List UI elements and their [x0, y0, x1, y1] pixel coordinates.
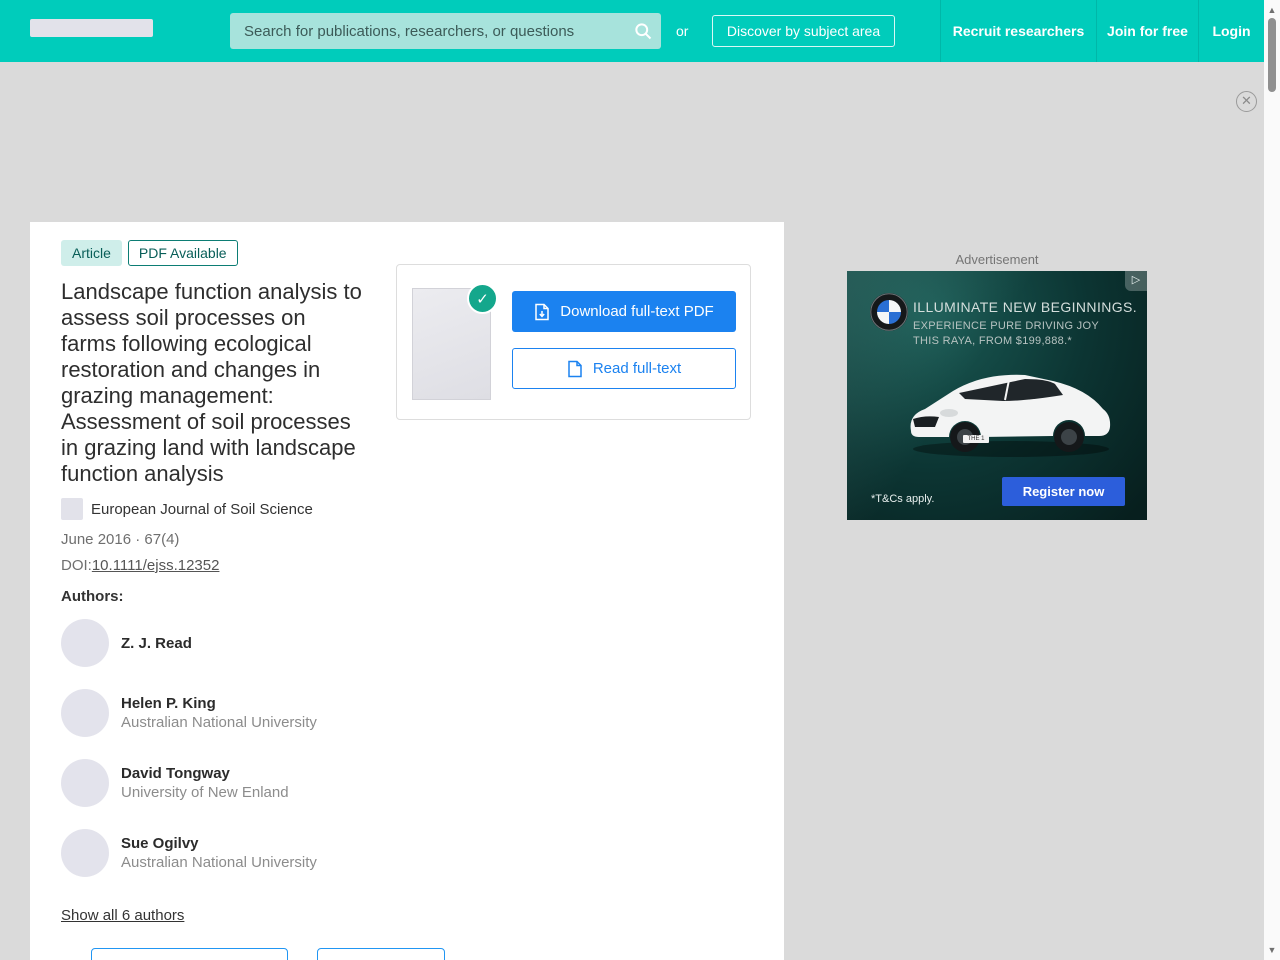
journal-icon — [61, 498, 83, 520]
scrollbar-thumb[interactable] — [1268, 18, 1276, 92]
authors-list: Z. J. Read Helen P. King Australian Nati… — [61, 619, 784, 877]
authors-heading: Authors: — [61, 588, 124, 605]
ad-subline: THIS RAYA, FROM $199,888.* — [913, 335, 1073, 347]
nav-recruit-researchers[interactable]: Recruit researchers — [940, 0, 1096, 62]
article-type-badge: Article — [61, 240, 122, 266]
fulltext-action-box: ✓ Download full-text PDF Read full-text — [396, 264, 751, 420]
researchgate-logo[interactable] — [30, 19, 153, 37]
author-row: David Tongway University of New Enland — [61, 759, 784, 807]
author-name[interactable]: David Tongway — [121, 765, 289, 782]
journal-name[interactable]: European Journal of Soil Science — [91, 501, 313, 518]
publication-date: June 2016 · 67(4) — [61, 531, 180, 548]
discover-by-subject-button[interactable]: Discover by subject area — [712, 15, 895, 47]
vertical-scrollbar[interactable]: ▲ ▼ — [1264, 0, 1280, 960]
ad-subline: EXPERIENCE PURE DRIVING JOY — [913, 320, 1099, 332]
advertisement-banner[interactable]: ▷ ILLUMINATE NEW BEGINNINGS. EXPERIENCE … — [847, 271, 1147, 520]
close-icon[interactable]: ✕ — [1236, 91, 1257, 112]
or-separator: or — [676, 23, 689, 39]
search-icon[interactable] — [625, 13, 661, 49]
ad-terms: *T&Cs apply. — [871, 493, 935, 505]
cutoff-action-button[interactable] — [317, 948, 445, 960]
publication-title: Landscape function analysis to assess so… — [61, 279, 362, 486]
header-nav: Recruit researchers Join for free Login — [940, 0, 1264, 62]
top-navbar: or Discover by subject area Recruit rese… — [0, 0, 1264, 62]
pdf-available-badge: PDF Available — [127, 240, 238, 266]
download-pdf-button[interactable]: Download full-text PDF — [512, 291, 736, 332]
show-all-authors-link[interactable]: Show all 6 authors — [61, 907, 184, 924]
check-icon: ✓ — [467, 283, 498, 314]
ad-headline: ILLUMINATE NEW BEGINNINGS. — [913, 299, 1138, 315]
author-row: Sue Ogilvy Australian National Universit… — [61, 829, 784, 877]
author-name[interactable]: Sue Ogilvy — [121, 835, 317, 852]
badge-row: Article PDF Available — [61, 240, 784, 266]
publication-card: Article PDF Available Landscape function… — [30, 222, 784, 960]
doi-label: DOI: — [61, 557, 92, 574]
bmw-logo-icon — [870, 293, 908, 331]
avatar[interactable] — [61, 689, 109, 737]
author-affiliation: Australian National University — [121, 854, 317, 871]
search-input[interactable] — [230, 13, 625, 49]
search-bar — [230, 13, 661, 49]
journal-row: European Journal of Soil Science — [61, 498, 784, 520]
read-fulltext-button[interactable]: Read full-text — [512, 348, 736, 389]
advertisement-label: Advertisement — [955, 252, 1039, 267]
avatar[interactable] — [61, 759, 109, 807]
author-row: Helen P. King Australian National Univer… — [61, 689, 784, 737]
nav-login[interactable]: Login — [1198, 0, 1264, 62]
cutoff-action-button[interactable] — [91, 948, 288, 960]
doi-row: DOI:10.1111/ejss.12352 — [61, 557, 784, 574]
author-affiliation: Australian National University — [121, 714, 317, 731]
scroll-up-icon[interactable]: ▲ — [1267, 6, 1277, 15]
author-name[interactable]: Helen P. King — [121, 695, 317, 712]
author-name[interactable]: Z. J. Read — [121, 635, 192, 652]
car-image — [910, 374, 1111, 457]
download-pdf-icon — [535, 303, 550, 320]
author-affiliation: University of New Enland — [121, 784, 289, 801]
adchoices-icon[interactable]: ▷ — [1125, 271, 1147, 291]
doi-link[interactable]: 10.1111/ejss.12352 — [92, 557, 220, 574]
license-plate: THE 1 — [963, 435, 989, 443]
nav-join-for-free[interactable]: Join for free — [1096, 0, 1198, 62]
avatar[interactable] — [61, 829, 109, 877]
document-icon — [568, 360, 582, 377]
author-row: Z. J. Read — [61, 619, 784, 667]
avatar[interactable] — [61, 619, 109, 667]
bottom-buttons-row — [91, 948, 445, 960]
register-now-button[interactable]: Register now — [1002, 477, 1125, 506]
scroll-down-icon[interactable]: ▼ — [1267, 946, 1277, 955]
